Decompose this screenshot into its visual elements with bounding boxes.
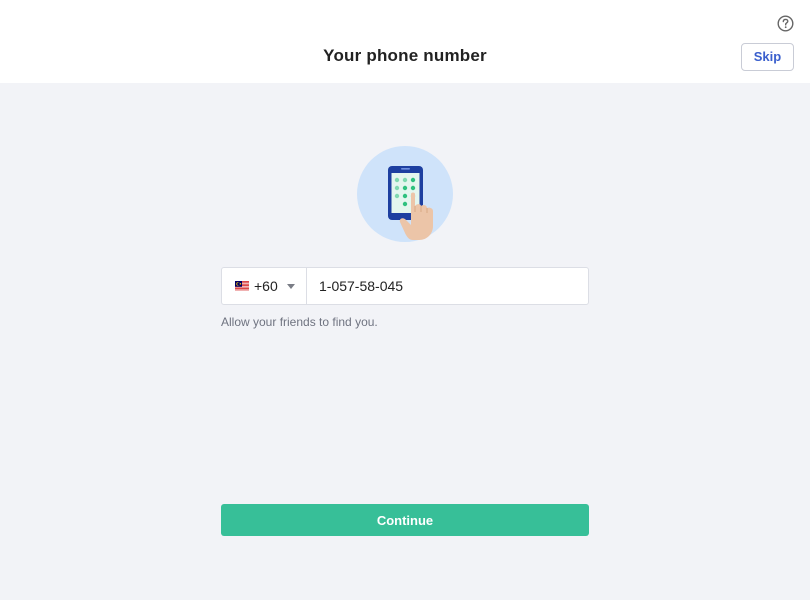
chevron-down-icon: [286, 283, 295, 289]
country-code-select[interactable]: +60: [222, 268, 307, 304]
page-title: Your phone number: [323, 46, 487, 65]
question-circle-icon[interactable]: [777, 15, 794, 32]
malaysia-flag-icon: [235, 281, 249, 291]
phone-number-input[interactable]: [307, 268, 588, 304]
header-bar: Your phone number Skip: [0, 0, 810, 83]
skip-button[interactable]: Skip: [741, 43, 794, 71]
continue-button[interactable]: Continue: [221, 504, 589, 536]
phone-keypad-illustration: [357, 146, 453, 242]
phone-number-field: +60: [221, 267, 589, 305]
dial-code: +60: [254, 278, 278, 294]
helper-text: Allow your friends to find you.: [221, 315, 378, 329]
